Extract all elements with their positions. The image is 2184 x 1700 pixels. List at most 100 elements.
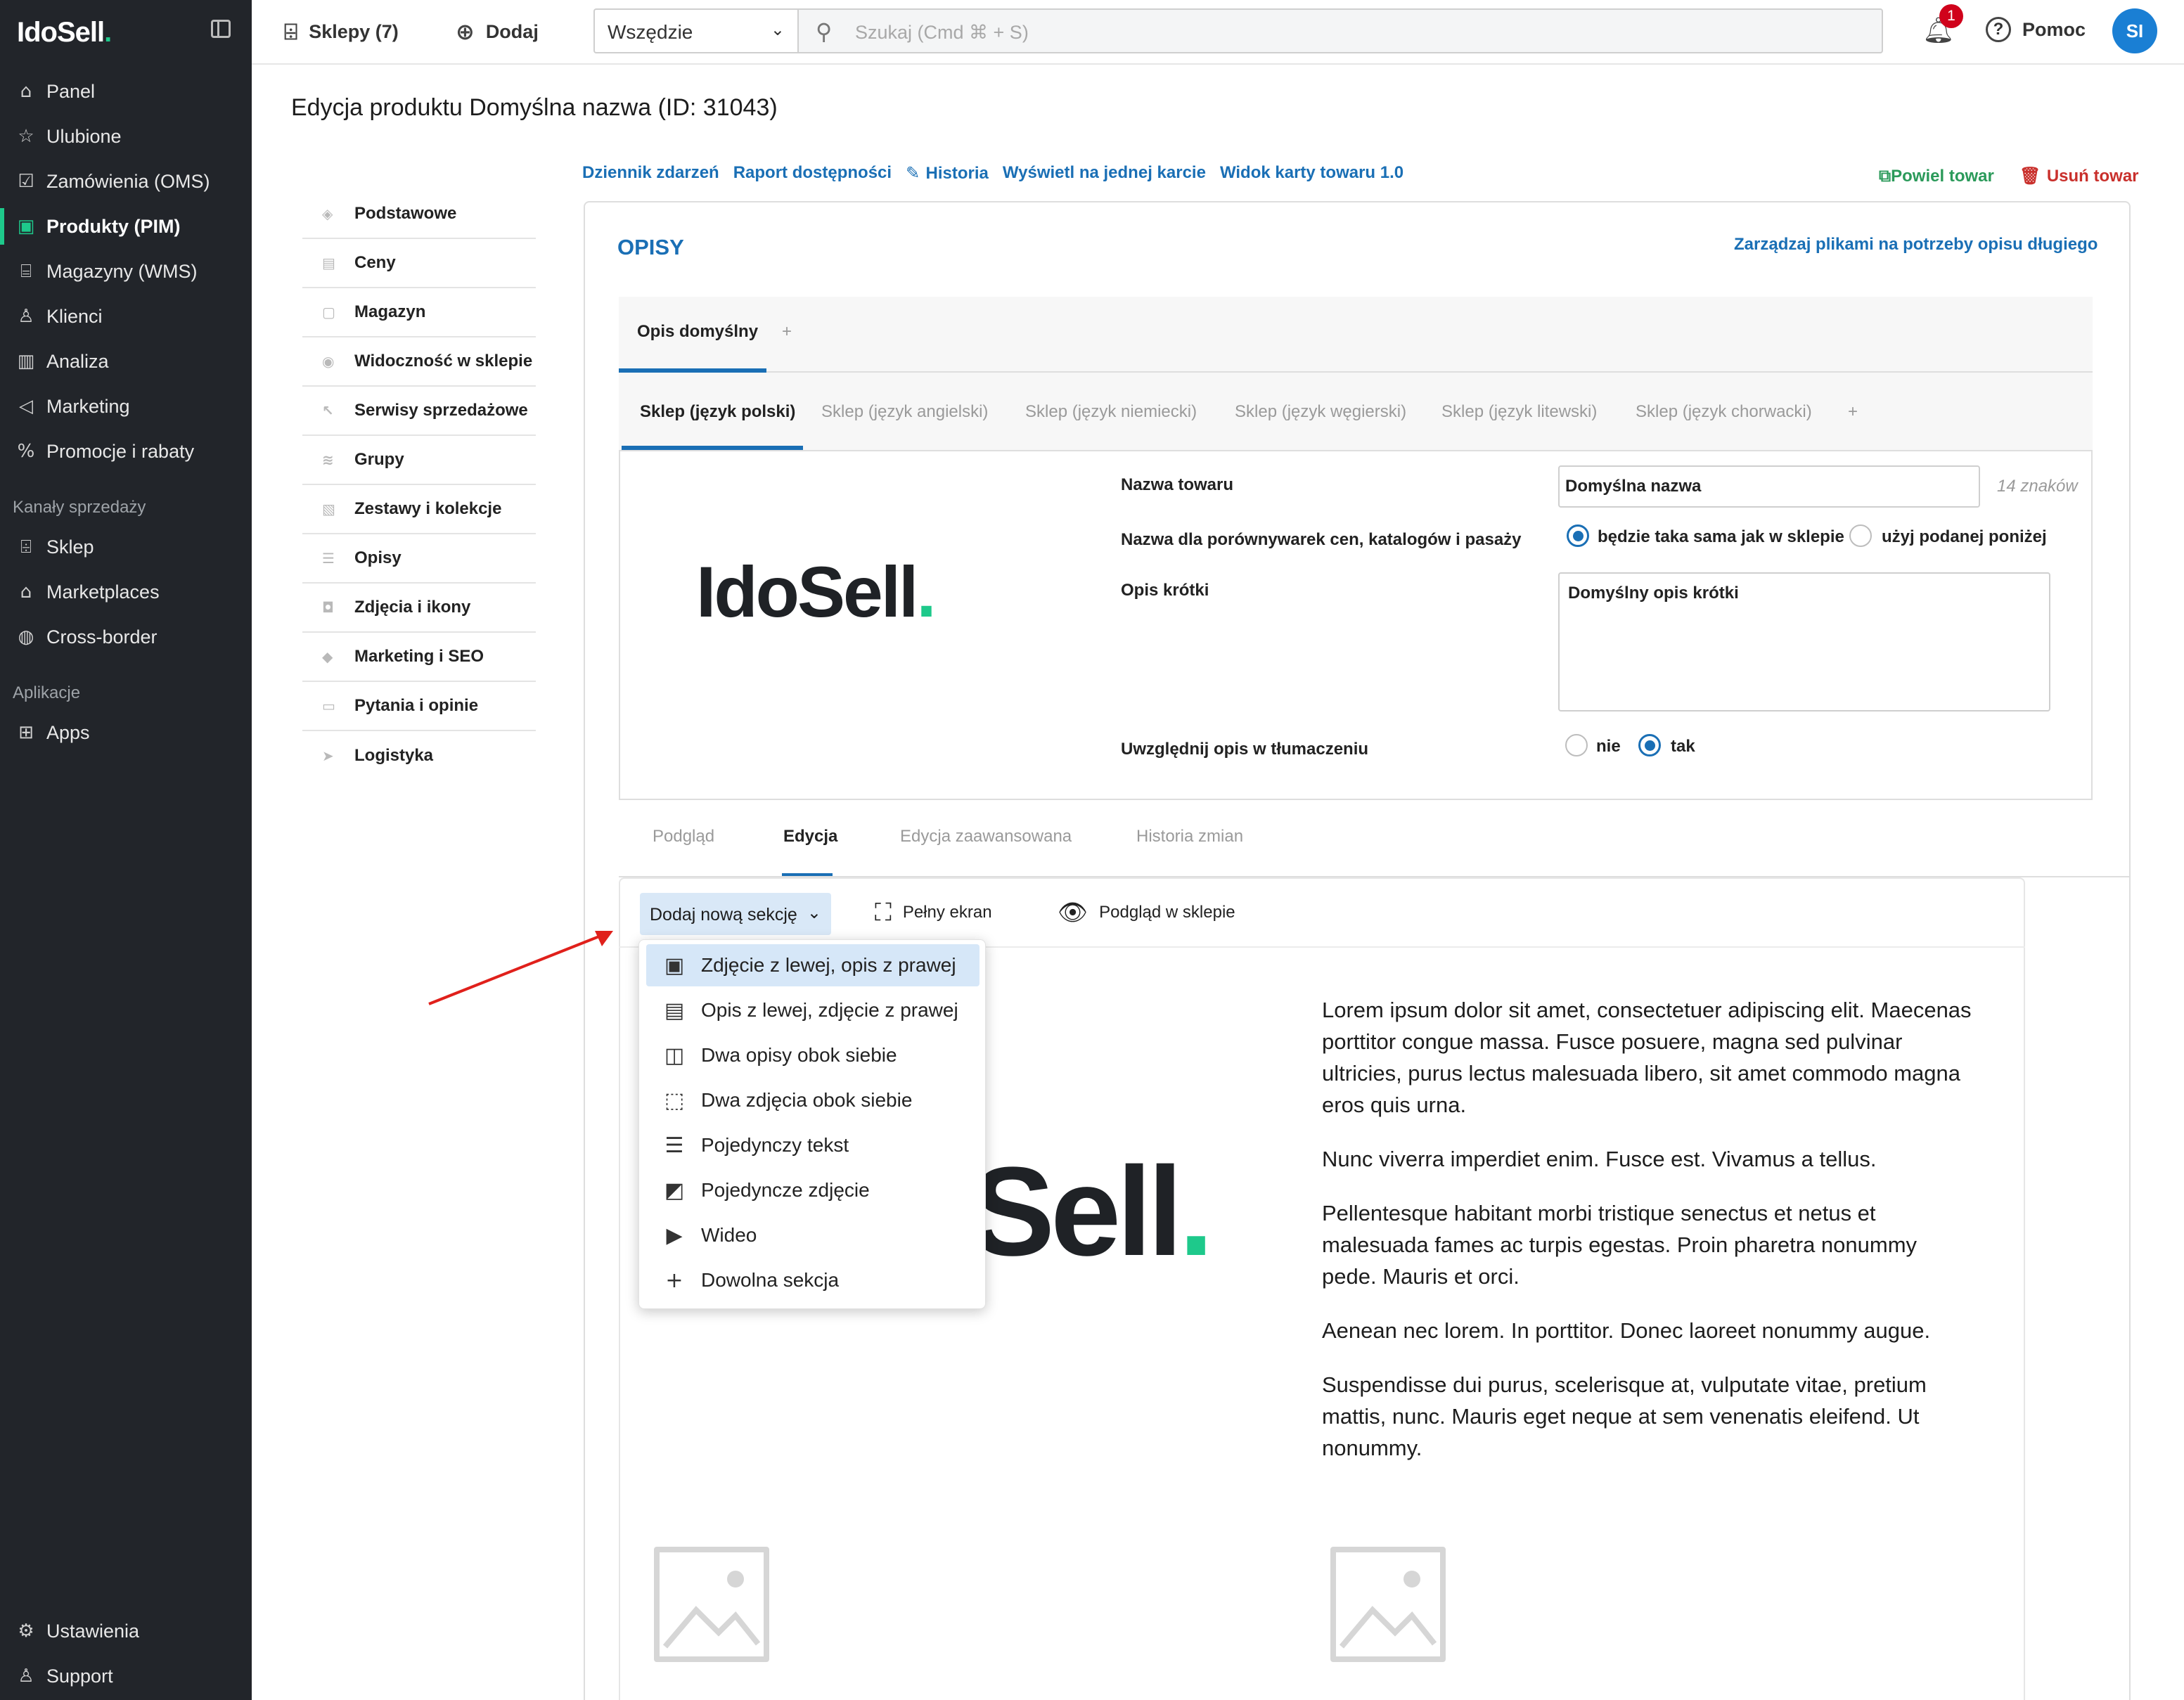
radio-translate-no[interactable] xyxy=(1565,734,1588,756)
nav-podstawowe[interactable]: ◈ Podstawowe xyxy=(302,190,536,239)
tab-edycja-zaawansowana[interactable]: Edycja zaawansowana xyxy=(900,827,1072,846)
idosell-logo[interactable]: IdoSell. xyxy=(17,17,112,49)
nav-pytania[interactable]: ▭ Pytania i opinie xyxy=(302,682,536,731)
plus-icon: + xyxy=(665,1268,683,1293)
sidebar-item-cross-border[interactable]: ◍ Cross-border xyxy=(0,616,252,658)
nav-serwisy[interactable]: ↖ Serwisy sprzedażowe xyxy=(302,387,536,436)
image-placeholder-icon[interactable] xyxy=(654,1547,769,1662)
compare-name-label: Nazwa dla porównywarek cen, katalogów i … xyxy=(1121,530,1522,549)
page-title: Edycja produktu Domyślna nazwa (ID: 3104… xyxy=(291,94,778,121)
sidebar-item-klienci[interactable]: ♙ Klienci xyxy=(0,295,252,337)
sidebar-item-magazyny[interactable]: ⌸ Magazyny (WMS) xyxy=(0,250,252,292)
nav-zestawy[interactable]: ▧ Zestawy i kolekcje xyxy=(302,485,536,534)
chevron-down-icon: ⌄ xyxy=(770,20,785,39)
history-link[interactable]: ✎ Historia xyxy=(906,163,989,183)
option-two-descriptions[interactable]: ◫ Dwa opisy obok siebie xyxy=(646,1034,979,1076)
tab-lang-hr[interactable]: Sklep (język chorwacki) xyxy=(1636,402,1812,422)
option-image-right[interactable]: ▤ Opis z lewej, zdjęcie z prawej xyxy=(646,989,979,1031)
tab-lang-pl[interactable]: Sklep (język polski) xyxy=(640,402,795,422)
tab-historia-zmian[interactable]: Historia zmian xyxy=(1136,827,1243,846)
radio-same-as-shop[interactable] xyxy=(1567,524,1589,547)
home-icon: ⌂ xyxy=(20,81,32,102)
tag-icon: ◆ xyxy=(322,648,333,665)
sidebar-item-ulubione[interactable]: ☆ Ulubione xyxy=(0,115,252,157)
single-card-link[interactable]: Wyświetl na jednej karcie xyxy=(1003,163,1206,183)
search-input[interactable]: ⚲ Szukaj (Cmd ⌘ + S) xyxy=(797,8,1883,53)
marketplace-icon: ⌂ xyxy=(20,581,32,603)
nav-logistyka[interactable]: ➤ Logistyka xyxy=(302,731,536,780)
active-lang-indicator xyxy=(622,446,803,450)
tab-lang-de[interactable]: Sklep (język niemiecki) xyxy=(1025,402,1197,422)
option-single-text[interactable]: ☰ Pojedynczy tekst xyxy=(646,1124,979,1166)
nav-marketing-seo[interactable]: ◆ Marketing i SEO xyxy=(302,633,536,682)
event-log-link[interactable]: Dziennik zdarzeń xyxy=(582,163,719,183)
sidebar-item-marketing[interactable]: ◁ Marketing xyxy=(0,385,252,427)
sidebar-item-panel[interactable]: ⌂ Panel xyxy=(0,70,252,112)
tab-opis-domyslny[interactable]: Opis domyślny xyxy=(637,322,758,342)
option-single-image[interactable]: ◩ Pojedyncze zdjęcie xyxy=(646,1169,979,1211)
nav-widocznosc[interactable]: ◉ Widoczność w sklepie xyxy=(302,337,536,387)
preview-in-shop-button[interactable]: 👁︎ Podgląd w sklepie xyxy=(1058,893,1235,932)
collapse-sidebar-icon[interactable] xyxy=(211,20,231,38)
manage-files-link[interactable]: Zarządzaj plikami na potrzeby opisu dług… xyxy=(1734,235,2098,255)
sidebar-item-promocje[interactable]: % Promocje i rabaty xyxy=(0,430,252,472)
option-two-images[interactable]: ⬚ Dwa zdjęcia obok siebie xyxy=(646,1079,979,1121)
product-name-input[interactable]: Domyślna nazwa xyxy=(1558,465,1980,508)
image-placeholder-icon[interactable] xyxy=(1330,1547,1446,1662)
nav-ceny[interactable]: ▤ Ceny xyxy=(302,239,536,288)
eye-icon: 👁︎ xyxy=(1058,899,1088,927)
image-icon: ◩ xyxy=(664,1178,685,1203)
megaphone-icon: ◁ xyxy=(19,396,33,417)
option-custom-section[interactable]: + Dowolna sekcja xyxy=(646,1259,979,1301)
option-image-left[interactable]: ▣ Zdjęcie z lewej, opis z prawej xyxy=(646,944,979,986)
shops-button[interactable]: ⌹ Sklepy (7) xyxy=(284,15,399,48)
nav-opisy[interactable]: ☰ Opisy xyxy=(302,534,536,584)
nav-zdjecia[interactable]: ◘ Zdjęcia i ikony xyxy=(302,584,536,633)
nav-grupy[interactable]: ≋ Grupy xyxy=(302,436,536,485)
sidebar-item-analiza[interactable]: ▥ Analiza xyxy=(0,340,252,382)
add-description-tab[interactable]: + xyxy=(782,322,792,342)
price-icon: ▤ xyxy=(322,255,335,271)
percent-icon: % xyxy=(17,441,35,462)
search-scope-select[interactable]: Wszędzie ⌄ xyxy=(593,8,797,53)
radio-translate-yes[interactable] xyxy=(1638,734,1661,756)
tab-podglad[interactable]: Podgląd xyxy=(653,827,714,846)
short-desc-textarea[interactable]: Domyślny opis krótki xyxy=(1558,572,2050,711)
sidebar-item-produkty[interactable]: ▣ Produkty (PIM) xyxy=(0,205,252,247)
image-left-icon: ▣ xyxy=(664,953,685,978)
availability-report-link[interactable]: Raport dostępności xyxy=(733,163,892,183)
help-button[interactable]: ? Pomoc xyxy=(1986,17,2086,42)
tab-lang-lt[interactable]: Sklep (język litewski) xyxy=(1441,402,1597,422)
radio-use-below-label: użyj podanej poniżej xyxy=(1882,527,2047,546)
tab-lang-hu[interactable]: Sklep (język węgierski) xyxy=(1235,402,1406,422)
add-section-button[interactable]: Dodaj nową sekcję ⌄ xyxy=(640,893,831,935)
sidebar-item-ustawienia[interactable]: ⚙ Ustawienia xyxy=(0,1610,252,1652)
add-language-tab[interactable]: + xyxy=(1848,402,1858,422)
annotation-arrow xyxy=(428,931,613,1005)
paragraph: Aenean nec lorem. In porttitor. Donec la… xyxy=(1322,1318,1931,1343)
sidebar-item-apps[interactable]: ⊞ Apps xyxy=(0,711,252,754)
bar-chart-icon: ▥ xyxy=(17,351,35,372)
stock-icon: ▢ xyxy=(322,304,335,321)
add-button[interactable]: ⊕ Dodaj xyxy=(456,15,539,48)
tab-lang-en[interactable]: Sklep (język angielski) xyxy=(821,402,988,422)
radio-use-below[interactable] xyxy=(1849,524,1872,547)
card-view-link[interactable]: Widok karty towaru 1.0 xyxy=(1220,163,1403,183)
tab-edycja[interactable]: Edycja xyxy=(783,827,837,846)
option-video[interactable]: ▶ Wideo xyxy=(646,1214,979,1256)
gear-icon: ⚙ xyxy=(18,1621,34,1642)
sidebar-item-sklep[interactable]: ⌹ Sklep xyxy=(0,526,252,568)
avatar[interactable]: SI xyxy=(2112,8,2157,53)
product-links: Dziennik zdarzeń Raport dostępności ✎ Hi… xyxy=(582,163,1403,183)
bundle-icon: ▧ xyxy=(322,501,335,517)
sidebar: IdoSell. ⌂ Panel ☆ Ulubione ☑ Zamówienia (O… xyxy=(0,0,252,1700)
duplicate-product-button[interactable]: ⧉Powiel towar xyxy=(1879,166,1994,186)
warehouse-icon: ⌸ xyxy=(20,260,32,282)
sidebar-item-marketplaces[interactable]: ⌂ Marketplaces xyxy=(0,571,252,613)
fullscreen-button[interactable]: ⛶ Pełny ekran xyxy=(875,893,992,932)
sidebar-item-zamowienia[interactable]: ☑ Zamówienia (OMS) xyxy=(0,160,252,202)
delete-product-button[interactable]: 🗑︎ Usuń towar xyxy=(2019,166,2139,186)
trash-icon: 🗑︎ xyxy=(2019,166,2047,186)
nav-magazyn[interactable]: ▢ Magazyn xyxy=(302,288,536,337)
sidebar-item-support[interactable]: ♙ Support xyxy=(0,1655,252,1697)
